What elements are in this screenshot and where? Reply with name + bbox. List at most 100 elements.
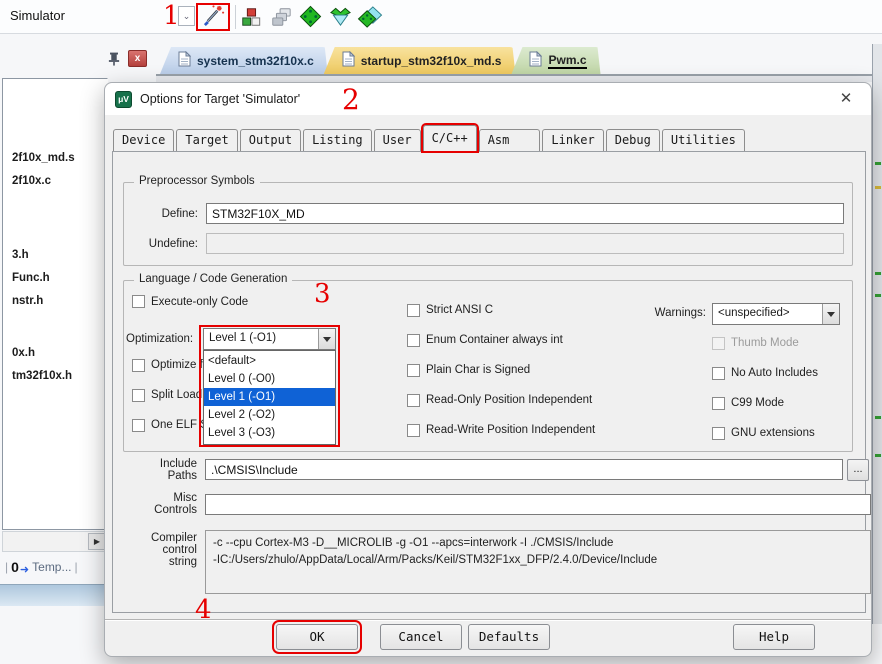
dialog-tab[interactable]: User [374,129,421,151]
templates-panel-tab[interactable]: | 0 ➜ Temp... | [2,556,108,578]
checkbox-label: Plain Char is Signed [426,364,530,376]
select-packs-icon[interactable] [328,4,353,29]
dialog-tab[interactable]: C/C++ [423,125,477,151]
tab-divider: | [75,560,78,574]
dialog-tab[interactable]: Linker [542,129,603,151]
option-checkbox[interactable]: Read-Write Position Independent [407,422,595,438]
optimization-option[interactable]: Level 1 (-O1) [204,388,335,406]
project-tree-file[interactable]: 2f10x_md.s [3,147,107,170]
dialog-tab[interactable]: Output [240,129,301,151]
checkbox-box[interactable] [712,367,725,380]
option-checkbox[interactable]: Plain Char is Signed [407,362,595,378]
checkbox-box[interactable] [407,304,420,317]
project-tree-file[interactable]: tm32f10x.h [3,365,107,388]
combo-arrow-icon[interactable] [318,329,335,349]
project-tree-file[interactable]: 3.h [3,244,107,267]
option-checkbox[interactable]: Thumb Mode [712,335,818,351]
define-input[interactable] [206,203,844,224]
checkbox-box[interactable] [407,334,420,347]
checkbox-box[interactable] [407,424,420,437]
checkbox-label: Read-Write Position Independent [426,424,595,436]
warnings-label: Warnings: [606,307,706,319]
misc-controls-label: Misc Controls [141,492,197,516]
code-mark [875,454,881,457]
dialog-button[interactable]: Help [733,624,815,650]
editor-tab[interactable]: startup_stm32f10x_md.s [324,47,516,74]
checkbox-box[interactable] [712,337,725,350]
checkbox-box[interactable] [407,364,420,377]
compiler-control-string-label: Compiler control string [137,532,197,568]
editor-tab-label: system_stm32f10x.c [197,54,314,68]
option-checkbox[interactable]: Read-Only Position Independent [407,392,595,408]
optimization-option[interactable]: Level 3 (-O3) [204,424,335,442]
dialog-title-bar: μV Options for Target 'Simulator' [105,83,871,115]
options-for-target-icon[interactable] [202,4,225,30]
dialog-tab[interactable]: Asm [479,129,541,151]
undefine-label: Undefine: [138,238,198,250]
optimization-option[interactable]: <default> [204,352,335,370]
dialog-tab[interactable]: Device [113,129,174,151]
optimization-option[interactable]: Level 0 (-O0) [204,370,335,388]
execute-only-code-checkbox[interactable]: Execute-only Code [132,295,248,308]
target-select-dropdown-button[interactable]: ⌄ [178,6,195,26]
compiler-control-string-box: -c --cpu Cortex-M3 -D__MICROLIB -g -O1 -… [205,530,871,594]
option-checkbox[interactable]: C99 Mode [712,395,818,411]
toolbar-separator [235,5,236,29]
include-paths-label: Include Paths [141,458,197,482]
option-checkbox[interactable]: Strict ANSI C [407,302,595,318]
dialog-tab[interactable]: Debug [606,129,660,151]
warnings-combo[interactable]: <unspecified> [712,303,840,325]
dialog-tab-strip: DeviceTargetOutputListingUserC/C++AsmLin… [113,124,747,151]
dialog-tab[interactable]: Utilities [662,129,745,151]
output-window-edge [0,584,110,606]
target-select[interactable]: Simulator [10,8,65,23]
option-checkbox[interactable]: No Auto Includes [712,365,818,381]
combo-arrow-icon[interactable] [822,304,839,324]
pack-installer-icon[interactable] [356,4,383,29]
dialog-close-button[interactable]: ✕ [833,88,859,110]
optimization-option[interactable]: Level 2 (-O2) [204,406,335,424]
project-tree-file[interactable]: 0x.h [3,342,107,365]
project-tree-file[interactable]: 2f10x.c [3,170,107,193]
checkbox-box[interactable] [132,419,145,432]
project-tree-file[interactable]: nstr.h [3,290,107,313]
checkbox-box[interactable] [132,389,145,402]
optimization-combo[interactable]: Level 1 (-O1) [203,328,336,350]
checkbox-box[interactable] [712,397,725,410]
panel-close-button[interactable]: x [128,50,147,67]
dialog-button[interactable]: Cancel [380,624,462,650]
preprocessor-symbols-group: Preprocessor Symbols Define: Undefine: [123,182,853,266]
dialog-tab[interactable]: Listing [303,129,372,151]
optimization-dropdown-list: <default>Level 0 (-O0)Level 1 (-O1)Level… [203,350,336,445]
option-checkbox[interactable]: Enum Container always int [407,332,595,348]
checkbox-box[interactable] [132,359,145,372]
optimization-value: Level 1 (-O1) [204,329,318,349]
dialog-button[interactable]: Defaults [468,624,550,650]
project-tree-file[interactable]: Func.h [3,267,107,290]
code-mark [875,272,881,275]
define-label: Define: [138,208,198,220]
code-mark [875,186,881,189]
tree-horizontal-scrollbar[interactable]: ▶ [2,531,108,552]
windows-cascade-icon[interactable] [268,4,293,29]
arrow-icon: ➜ [20,563,29,576]
include-paths-input[interactable] [205,459,843,480]
editor-tab[interactable]: Pwm.c [511,47,600,74]
checkbox-box[interactable] [712,427,725,440]
project-panel-header: x [0,46,158,74]
dialog-button[interactable]: OK [276,624,358,650]
code-mark [875,162,881,165]
manage-rte-icon[interactable] [298,4,323,29]
pin-icon[interactable] [106,50,122,71]
group-legend: Preprocessor Symbols [134,175,260,187]
checkbox-box[interactable] [132,295,145,308]
undefine-input [206,233,844,254]
option-checkbox[interactable]: GNU extensions [712,425,818,441]
editor-tab[interactable]: system_stm32f10x.c [160,47,328,74]
checkbox-box[interactable] [407,394,420,407]
include-paths-browse-button[interactable]: ... [847,459,869,481]
dialog-tab[interactable]: Target [176,129,237,151]
document-icon [342,51,355,70]
misc-controls-input[interactable] [205,494,871,515]
components-icon[interactable] [238,4,263,29]
